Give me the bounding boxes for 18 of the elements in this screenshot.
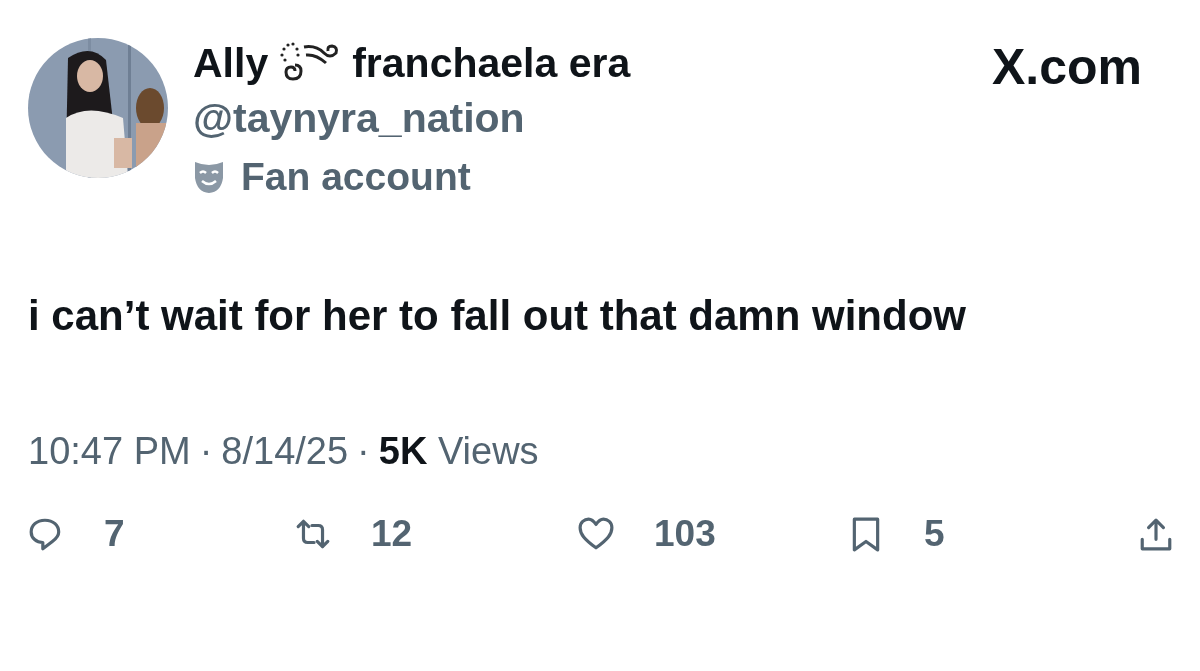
site-logo: X.com [991,38,1142,96]
separator-dot: · [357,430,370,473]
theater-mask-icon [193,160,225,194]
display-name[interactable]: franchaela era [352,39,631,87]
tweet-text: i can’t wait for her to fall out that damn window [28,291,967,341]
view-count: 5K Views [378,430,539,473]
post-time[interactable]: 10:47 PM [28,430,191,473]
action-count: 7 [104,513,125,555]
action-count: 5 [924,513,945,555]
display-name[interactable]: Ally [193,39,269,87]
heart-icon[interactable] [578,516,614,552]
action-count: 103 [654,513,716,555]
user-handle[interactable]: @taynyra_nation [193,95,967,147]
account-label: Fan account [241,155,471,199]
separator-dot: · [199,430,213,473]
action-count: 12 [371,513,413,555]
post-date[interactable]: 8/14/25 [221,430,349,473]
share-icon[interactable] [1138,516,1174,552]
